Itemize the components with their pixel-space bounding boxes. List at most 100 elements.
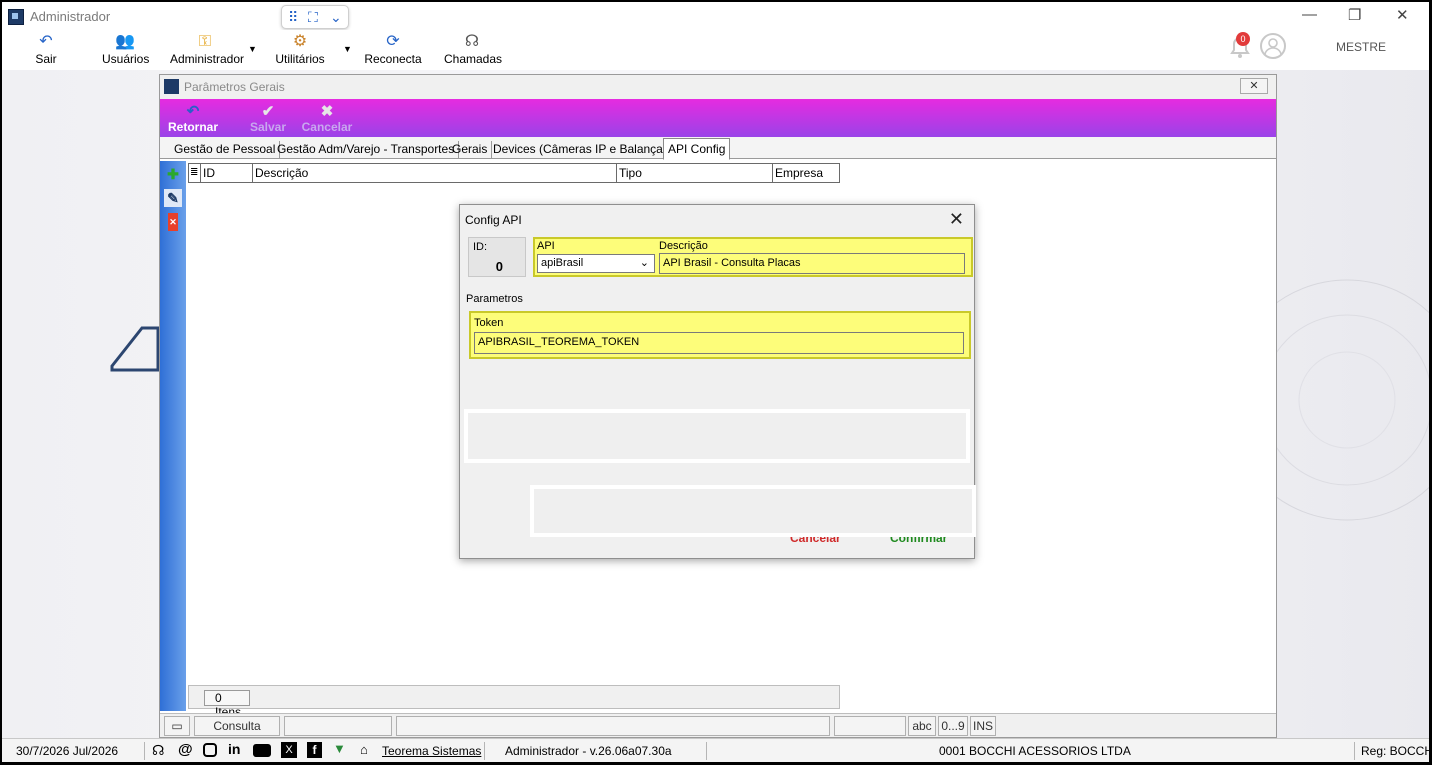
x-twitter-icon[interactable]: X	[281, 742, 297, 758]
email-icon[interactable]: @	[178, 741, 193, 758]
token-input[interactable]: APIBRASIL_TEOREMA_TOKEN	[474, 332, 964, 354]
add-icon[interactable]: ✚	[164, 165, 182, 183]
youtube-icon[interactable]	[253, 744, 271, 757]
column-header-descricao[interactable]: Descrição	[253, 163, 617, 183]
items-count: 0 Itens	[204, 690, 250, 719]
return-icon: ↶	[186, 103, 200, 120]
api-label: API	[537, 240, 555, 252]
api-select[interactable]: apiBrasil ⌄	[537, 254, 655, 273]
tab-gerais[interactable]: Gerais	[448, 141, 493, 159]
param-window-title: Parâmetros Gerais	[184, 80, 285, 94]
tools-icon: ⚙	[292, 33, 308, 50]
id-value: 0	[495, 259, 503, 274]
tab-gestao-adm-varejo[interactable]: Gestão Adm/Varejo - Transportes	[273, 141, 460, 159]
cancelar-button[interactable]: ✖ Cancelar	[300, 103, 354, 134]
x-icon: ✖	[320, 103, 334, 120]
utilitarios-dropdown-icon[interactable]: ▼	[343, 44, 352, 54]
person-icon	[1264, 38, 1282, 56]
drag-handle-icon[interactable]: ⠿	[288, 9, 298, 26]
app-logo-icon	[164, 79, 179, 94]
administrador-button[interactable]: ⚿ Administrador	[170, 32, 244, 66]
users-icon: 👥	[115, 33, 135, 50]
app-footer: 30/7/2026 Jul/2026 ☊ @ in X f ▼ ⌂ Teorem…	[2, 738, 1429, 762]
notification-badge: 0	[1236, 32, 1250, 46]
version-text: Administrador - v.26.06a07.30a	[505, 744, 672, 758]
abc-indicator: abc	[908, 716, 936, 736]
footer-divider	[144, 742, 145, 760]
usuarios-button[interactable]: 👥 Usuários	[102, 32, 149, 66]
num-indicator: 0...9	[938, 716, 968, 736]
dialog-close-button[interactable]: ✕	[949, 209, 964, 230]
graduation-icon[interactable]: ⌂	[360, 742, 368, 757]
chevron-down-icon[interactable]: ⌄	[330, 9, 342, 26]
user-avatar[interactable]	[1260, 33, 1286, 59]
linkedin-icon[interactable]: in	[228, 741, 240, 757]
param-window-titlebar: Parâmetros Gerais ✕	[160, 75, 1276, 99]
id-box: ID: 0	[468, 237, 526, 277]
teorema-sistemas-link[interactable]: Teorema Sistemas	[382, 744, 481, 758]
title-bar: Administrador ⠿ ⛶ ⌄ — ❐ ✕	[2, 2, 1429, 30]
keyboard-icon: ▭	[164, 716, 190, 736]
status-field-empty-1	[284, 716, 392, 736]
retornar-button[interactable]: ↶ Retornar	[166, 103, 220, 134]
descricao-label: Descrição	[659, 240, 708, 252]
sair-button[interactable]: ↶ Sair	[35, 32, 57, 66]
column-header-empresa[interactable]: Empresa	[773, 163, 840, 183]
delete-icon[interactable]: ✕	[168, 213, 178, 231]
grid-menu-icon[interactable]: ≣	[188, 163, 201, 183]
tab-devices[interactable]: Devices (Câmeras IP e Balanças)	[489, 141, 678, 159]
empty-panel-1	[464, 409, 970, 463]
fullscreen-icon[interactable]: ⛶	[308, 9, 318, 26]
teorema-logo-icon[interactable]: ▼	[333, 741, 346, 756]
salvar-button[interactable]: ✔ Salvar	[248, 103, 288, 134]
footer-divider	[1354, 742, 1355, 760]
reg-text: Reg: BOCCHI	[1361, 744, 1429, 758]
dialog-title: Config API	[465, 213, 522, 227]
headset-icon[interactable]: ☊	[152, 742, 164, 759]
footer-divider	[706, 742, 707, 760]
descricao-input[interactable]: API Brasil - Consulta Placas	[659, 253, 965, 274]
mode-status: Consulta	[194, 716, 280, 736]
action-bar: ↶ Retornar ✔ Salvar ✖ Cancelar	[160, 99, 1276, 137]
chamadas-button[interactable]: ☊ Chamadas	[444, 32, 502, 66]
token-label: Token	[474, 317, 504, 329]
status-field-empty-3	[834, 716, 906, 736]
user-name: MESTRE	[1336, 40, 1387, 54]
empty-panel-2	[530, 485, 976, 537]
instagram-icon[interactable]	[203, 743, 217, 757]
reconecta-button[interactable]: ⟳ Reconecta	[364, 32, 422, 66]
facebook-icon[interactable]: f	[307, 742, 322, 758]
tab-gestao-de-pessoal[interactable]: Gestão de Pessoal	[170, 141, 281, 159]
check-icon: ✔	[261, 103, 275, 120]
ins-indicator: INS	[970, 716, 996, 736]
app-logo-icon	[8, 9, 24, 25]
column-header-tipo[interactable]: Tipo	[617, 163, 773, 183]
column-header-id[interactable]: ID	[201, 163, 253, 183]
left-action-strip: ✚ ✎ ✕	[160, 161, 186, 711]
refresh-icon: ⟳	[386, 33, 400, 50]
close-button[interactable]: ✕	[1396, 6, 1409, 24]
snap-layout-bar[interactable]: ⠿ ⛶ ⌄	[281, 5, 349, 29]
edit-icon[interactable]: ✎	[164, 189, 182, 207]
config-api-dialog: Config API ✕ ID: 0 API Descrição apiBras…	[459, 204, 976, 559]
undo-icon: ↶	[39, 33, 53, 50]
restore-button[interactable]: ❐	[1348, 6, 1361, 24]
param-window-close-button[interactable]: ✕	[1240, 78, 1268, 94]
main-toolbar: ↶ Sair 👥 Usuários ⚿ Administrador ▼ ⚙ Ut…	[2, 30, 1429, 70]
chevron-down-icon: ⌄	[639, 257, 649, 269]
administrador-dropdown-icon[interactable]: ▼	[248, 44, 257, 54]
minimize-button[interactable]: —	[1302, 6, 1317, 23]
app-window: Administrador ⠿ ⛶ ⌄ — ❐ ✕ ↶ Sair 👥 Usuár…	[2, 2, 1429, 762]
param-status-bar: ▭ Consulta abc 0...9 INS	[160, 713, 1276, 737]
tab-strip: Gestão de Pessoal Gestão Adm/Varejo - Tr…	[160, 137, 1276, 160]
parametros-label: Parametros	[466, 293, 523, 305]
token-highlight-box: Token APIBRASIL_TEOREMA_TOKEN	[469, 311, 971, 359]
utilitarios-button[interactable]: ⚙ Utilitários	[275, 32, 325, 66]
window-title: Administrador	[30, 9, 111, 24]
tab-api-config[interactable]: API Config	[663, 138, 731, 160]
grid-footer: 0 Itens	[188, 685, 840, 719]
notification-button[interactable]: 0	[1228, 32, 1252, 63]
footer-divider	[484, 742, 485, 760]
company-name: 0001 BOCCHI ACESSORIOS LTDA	[939, 744, 1131, 758]
headset-icon: ☊	[464, 33, 480, 50]
